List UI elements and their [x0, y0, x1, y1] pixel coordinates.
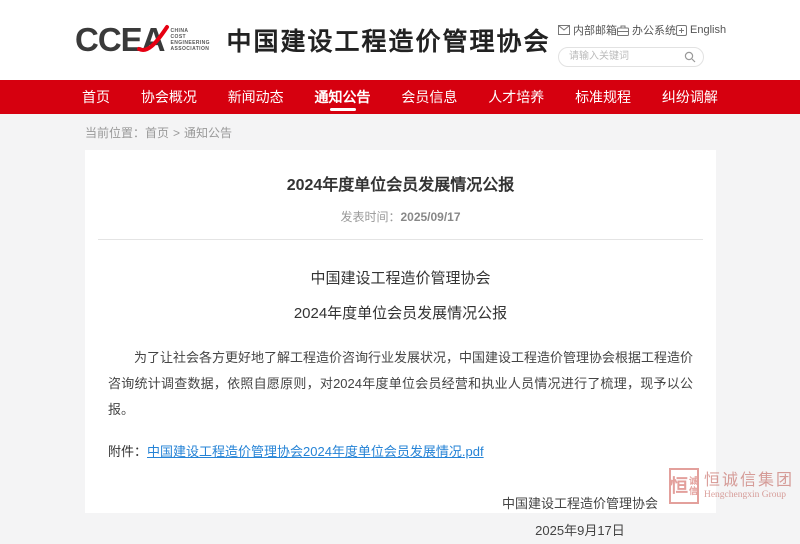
article-title: 2024年度单位会员发展情况公报: [98, 150, 703, 195]
breadcrumb: 当前位置：首页 > 通知公告: [0, 114, 800, 150]
attachment-row: 附件：中国建设工程造价管理协会2024年度单位会员发展情况.pdf: [108, 441, 693, 460]
attachment-label: 附件：: [108, 444, 147, 459]
internal-mail-link[interactable]: 内部邮箱: [558, 22, 617, 38]
nav-item-notices[interactable]: 通知公告: [315, 80, 371, 114]
signature-date: 2025年9月17日: [502, 517, 658, 544]
logo-swoosh-icon: [137, 23, 171, 66]
document-heading-title: 2024年度单位会员发展情况公报: [98, 302, 703, 323]
breadcrumb-label: 当前位置：: [85, 126, 145, 140]
article-paragraph: 为了让社会各方更好地了解工程造价咨询行业发展状况，中国建设工程造价管理协会根据工…: [108, 345, 693, 423]
english-link[interactable]: English: [676, 22, 726, 38]
english-icon: [676, 25, 687, 36]
publish-meta: 发表时间：2025/09/17: [98, 208, 703, 225]
quick-links: 内部邮箱 办公系统 English: [558, 22, 704, 38]
main-nav: 首页 协会概况 新闻动态 通知公告 会员信息 人才培养 标准规程 纠纷调解: [0, 80, 800, 114]
signature-org: 中国建设工程造价管理协会: [502, 490, 658, 517]
breadcrumb-separator: >: [173, 126, 180, 140]
office-system-link[interactable]: 办公系统: [617, 22, 676, 38]
nav-item-standards[interactable]: 标准规程: [575, 80, 631, 114]
briefcase-icon: [617, 25, 629, 36]
attachment-pdf-link[interactable]: 中国建设工程造价管理协会2024年度单位会员发展情况.pdf: [147, 444, 484, 459]
signature-block: 中国建设工程造价管理协会 2025年9月17日: [98, 490, 703, 544]
org-name-title: 中国建设工程造价管理协会: [227, 22, 551, 58]
title-divider: [98, 239, 703, 240]
nav-item-news[interactable]: 新闻动态: [228, 80, 284, 114]
nav-item-home[interactable]: 首页: [82, 80, 110, 114]
site-logo[interactable]: CCEA CHINA COST ENGINEERING ASSOCIATION …: [75, 20, 551, 60]
breadcrumb-home-link[interactable]: 首页: [145, 126, 169, 140]
watermark-name-en: Hengchengxin Group: [704, 490, 794, 500]
ccea-logo-text: CCEA: [75, 20, 165, 60]
hengchengxin-watermark: 恒 诚 信 恒诚信集团 Hengchengxin Group: [669, 468, 794, 504]
article-card: 2024年度单位会员发展情况公报 发表时间：2025/09/17 中国建设工程造…: [85, 150, 716, 513]
header-utilities: 内部邮箱 办公系统 English: [558, 22, 704, 67]
breadcrumb-current[interactable]: 通知公告: [184, 126, 232, 140]
search-box: [558, 46, 704, 67]
nav-item-training[interactable]: 人才培养: [488, 80, 544, 114]
logo-subtext: CHINA COST ENGINEERING ASSOCIATION: [171, 28, 217, 52]
nav-item-members[interactable]: 会员信息: [401, 80, 457, 114]
mail-icon: [558, 25, 570, 35]
site-header: CCEA CHINA COST ENGINEERING ASSOCIATION …: [0, 0, 800, 80]
search-icon[interactable]: [684, 50, 696, 68]
watermark-name: 恒诚信集团: [704, 472, 794, 490]
nav-item-about[interactable]: 协会概况: [141, 80, 197, 114]
publish-date: 2025/09/17: [400, 210, 460, 224]
search-input[interactable]: [558, 47, 704, 67]
hengchengxin-logo-icon: 恒 诚 信: [669, 468, 699, 504]
document-heading-org: 中国建设工程造价管理协会: [98, 267, 703, 288]
publish-label: 发表时间：: [340, 210, 400, 224]
nav-item-dispute[interactable]: 纠纷调解: [662, 80, 718, 114]
